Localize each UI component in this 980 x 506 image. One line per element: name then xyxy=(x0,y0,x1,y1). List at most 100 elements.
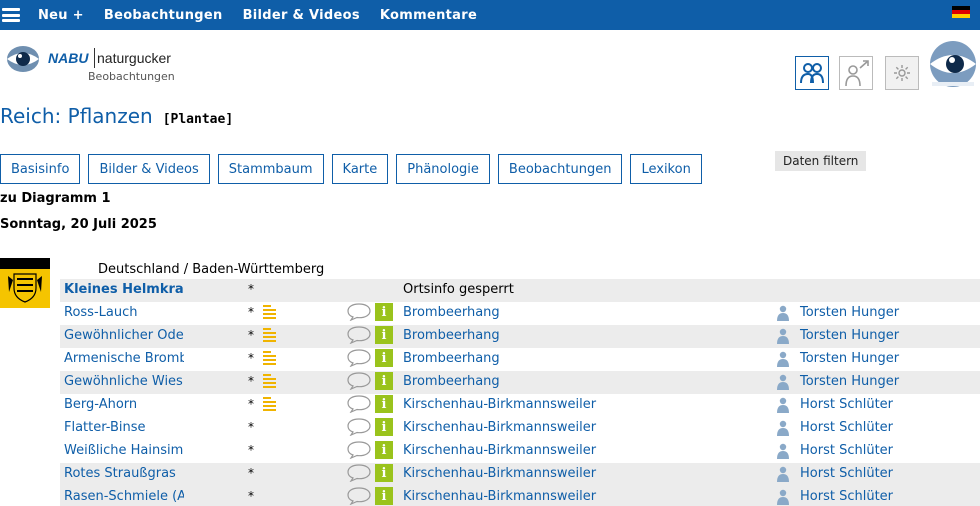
tab-bar: Basisinfo Bilder & Videos Stammbaum Kart… xyxy=(0,154,710,184)
species-name-link[interactable]: Flatter-Binse xyxy=(64,420,184,435)
date-heading: Sonntag, 20 Juli 2025 xyxy=(0,217,157,232)
place-link[interactable]: Brombeerhang xyxy=(403,374,500,389)
observer-link[interactable]: Torsten Hunger xyxy=(800,305,899,320)
species-name-link[interactable]: Gewöhnlicher Ode xyxy=(64,328,184,343)
tab-phaenologie[interactable]: Phänologie xyxy=(396,154,490,184)
place-link[interactable]: Brombeerhang xyxy=(403,328,500,343)
observer-link[interactable]: Torsten Hunger xyxy=(800,374,899,389)
nav-new[interactable]: Neu + xyxy=(38,8,84,23)
people-icon xyxy=(800,63,824,84)
species-name-link[interactable]: Berg-Ahorn xyxy=(64,397,184,412)
rating-star: * xyxy=(248,466,254,480)
top-nav: Neu + Beobachtungen Bilder & Videos Komm… xyxy=(38,8,497,23)
top-navigation-bar: Neu + Beobachtungen Bilder & Videos Komm… xyxy=(0,0,980,30)
rating-star: * xyxy=(248,351,254,365)
info-icon[interactable]: i xyxy=(375,418,393,436)
tab-karte[interactable]: Karte xyxy=(331,154,389,184)
notes-icon[interactable] xyxy=(263,305,279,319)
observer-link[interactable]: Horst Schlüter xyxy=(800,466,893,481)
tab-stammbaum[interactable]: Stammbaum xyxy=(217,154,324,184)
hamburger-icon[interactable] xyxy=(2,8,20,22)
observer-link[interactable]: Horst Schlüter xyxy=(800,489,893,504)
comment-bubble-icon[interactable] xyxy=(347,487,371,505)
place-link[interactable]: Kirschenhau-Birkmannsweiler xyxy=(403,466,596,481)
nav-comments[interactable]: Kommentare xyxy=(380,8,477,23)
notes-icon[interactable] xyxy=(263,397,279,411)
comment-bubble-icon[interactable] xyxy=(347,395,371,413)
info-icon[interactable]: i xyxy=(375,464,393,482)
observer-link[interactable]: Torsten Hunger xyxy=(800,351,899,366)
place-link[interactable]: Kirschenhau-Birkmannsweiler xyxy=(403,397,596,412)
settings-icon xyxy=(894,65,910,81)
table-row: Kleines Helmkra * Ortsinfo gesperrt xyxy=(60,279,980,302)
info-icon[interactable]: i xyxy=(375,326,393,344)
info-icon[interactable]: i xyxy=(375,372,393,390)
info-icon[interactable]: i xyxy=(375,441,393,459)
place-link: Ortsinfo gesperrt xyxy=(403,282,514,297)
person-icon xyxy=(777,443,789,459)
place-link[interactable]: Brombeerhang xyxy=(403,305,500,320)
person-icon xyxy=(777,328,789,344)
info-icon[interactable]: i xyxy=(375,349,393,367)
person-arrow-button[interactable] xyxy=(839,56,873,90)
table-row: Rotes Straußgras * i Kirschenhau-Birkmannsw… xyxy=(60,463,980,486)
logo-separator xyxy=(94,48,95,68)
person-icon xyxy=(777,397,789,413)
place-link[interactable]: Kirschenhau-Birkmannsweiler xyxy=(403,420,596,435)
naturgucker-eye-logo-icon[interactable] xyxy=(928,40,978,90)
table-row: Weißliche Hainsim * i Kirschenhau-Birkmanns… xyxy=(60,440,980,463)
table-row: Berg-Ahorn * i Kirschenhau-Birkmannsweiler H… xyxy=(60,394,980,417)
species-name-link[interactable]: Armenische Brombe xyxy=(64,351,184,366)
tab-basisinfo[interactable]: Basisinfo xyxy=(0,154,81,184)
comment-bubble-icon[interactable] xyxy=(347,464,371,482)
filter-data-button[interactable]: Daten filtern xyxy=(775,151,867,171)
rating-star: * xyxy=(248,443,254,457)
species-name-link[interactable]: Rotes Straußgras xyxy=(64,466,184,481)
tab-beobachtungen[interactable]: Beobachtungen xyxy=(497,154,623,184)
rating-star: * xyxy=(248,397,254,411)
comment-bubble-icon[interactable] xyxy=(347,418,371,436)
species-name-link[interactable]: Ross-Lauch xyxy=(64,305,184,320)
observer-link[interactable]: Horst Schlüter xyxy=(800,397,893,412)
people-button[interactable] xyxy=(795,56,829,90)
tab-images-videos[interactable]: Bilder & Videos xyxy=(88,154,210,184)
comment-bubble-icon[interactable] xyxy=(347,349,371,367)
notes-icon[interactable] xyxy=(263,351,279,365)
notes-icon[interactable] xyxy=(263,374,279,388)
site-logo[interactable]: NABU naturgucker Beobachtungen xyxy=(6,42,206,86)
species-name-link[interactable]: Gewöhnliche Wies xyxy=(64,374,184,389)
logo-subtitle: Beobachtungen xyxy=(88,70,175,83)
region-label: Deutschland / Baden-Württemberg xyxy=(98,262,325,277)
species-name-link[interactable]: Kleines Helmkra xyxy=(64,282,184,297)
comment-bubble-icon[interactable] xyxy=(347,441,371,459)
rating-star: * xyxy=(248,374,254,388)
settings-button[interactable] xyxy=(885,56,919,90)
info-icon[interactable]: i xyxy=(375,487,393,505)
notes-icon[interactable] xyxy=(263,328,279,342)
place-link[interactable]: Kirschenhau-Birkmannsweiler xyxy=(403,443,596,458)
observer-link[interactable]: Torsten Hunger xyxy=(800,328,899,343)
species-name-link[interactable]: Weißliche Hainsim xyxy=(64,443,184,458)
comment-bubble-icon[interactable] xyxy=(347,303,371,321)
person-icon xyxy=(777,489,789,505)
info-icon[interactable]: i xyxy=(375,395,393,413)
species-name-link[interactable]: Rasen-Schmiele (A xyxy=(64,489,184,504)
table-row: Ross-Lauch * i Brombeerhang Torsten Hunger xyxy=(60,302,980,325)
info-icon[interactable]: i xyxy=(375,303,393,321)
diagram-link[interactable]: zu Diagramm 1 xyxy=(0,191,111,206)
nav-images-videos[interactable]: Bilder & Videos xyxy=(243,8,360,23)
observer-link[interactable]: Horst Schlüter xyxy=(800,420,893,435)
person-icon xyxy=(777,351,789,367)
nav-observations[interactable]: Beobachtungen xyxy=(104,8,223,23)
table-row: Gewöhnliche Wies * i Brombeerhang Torsten Hu… xyxy=(60,371,980,394)
german-flag-icon[interactable] xyxy=(952,6,970,18)
comment-bubble-icon[interactable] xyxy=(347,326,371,344)
observer-link[interactable]: Horst Schlüter xyxy=(800,443,893,458)
logo-nabu-text: NABU xyxy=(48,50,89,66)
observation-list: Kleines Helmkra * Ortsinfo gesperrt Ross-La… xyxy=(60,279,980,506)
person-icon xyxy=(777,374,789,390)
place-link[interactable]: Kirschenhau-Birkmannsweiler xyxy=(403,489,596,504)
comment-bubble-icon[interactable] xyxy=(347,372,371,390)
tab-lexikon[interactable]: Lexikon xyxy=(630,154,702,184)
place-link[interactable]: Brombeerhang xyxy=(403,351,500,366)
